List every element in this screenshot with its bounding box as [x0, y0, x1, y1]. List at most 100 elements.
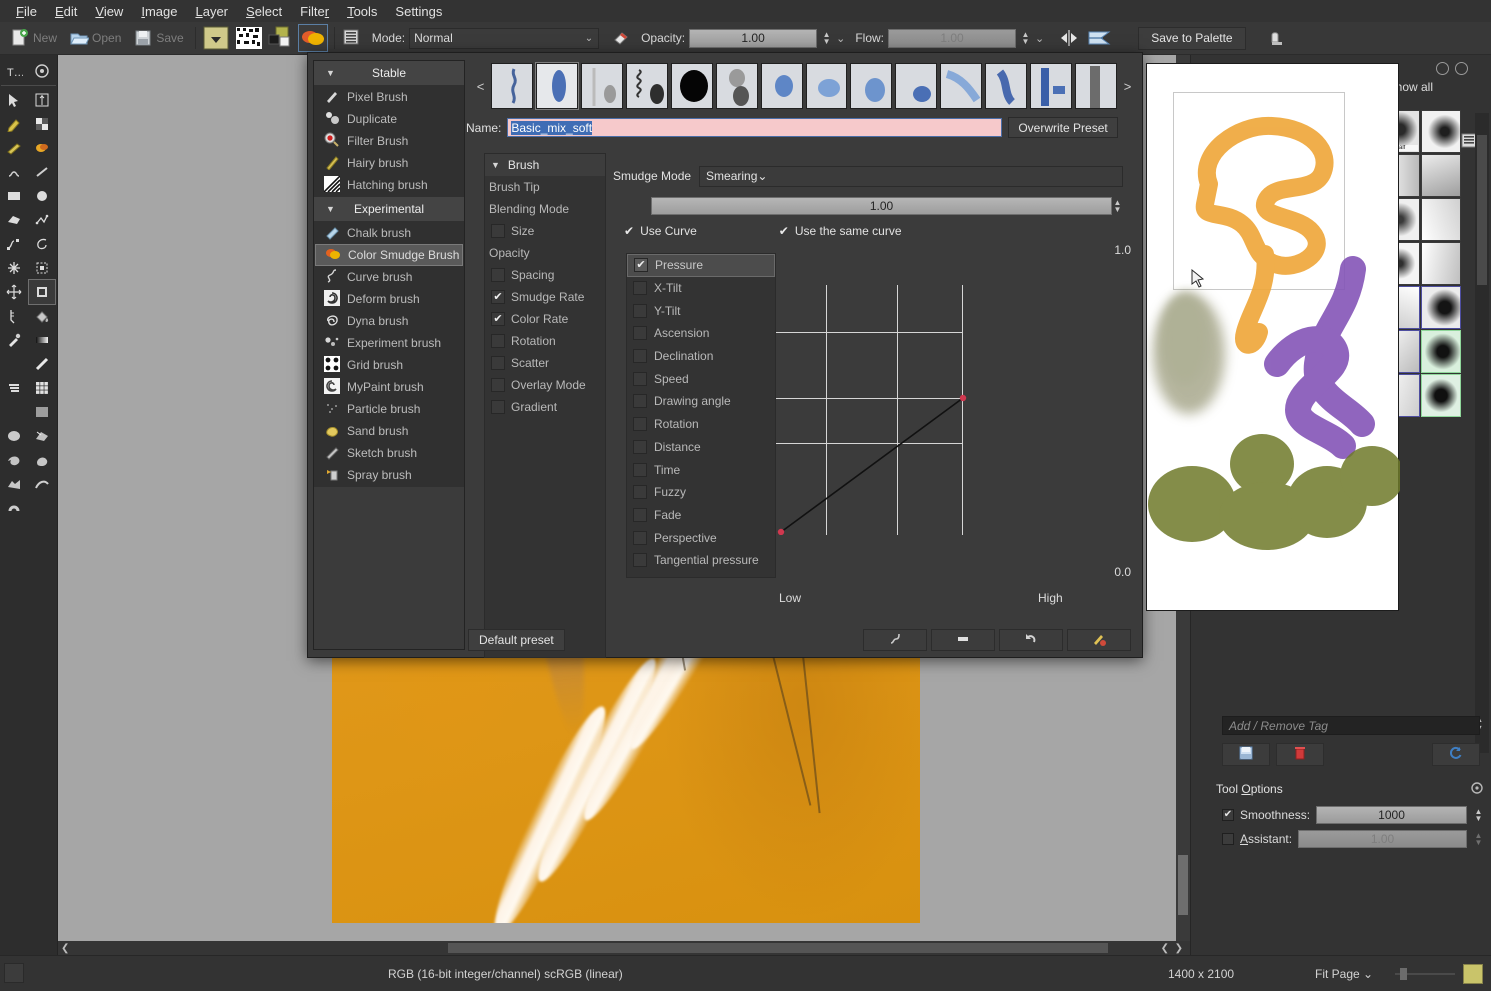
tool-straight-line[interactable]: [29, 352, 55, 376]
engine-chalk-brush[interactable]: Chalk brush: [314, 222, 464, 244]
sensor-rotation-checkbox[interactable]: [633, 417, 647, 432]
engine-duplicate[interactable]: Duplicate: [314, 108, 464, 130]
overwrite-preset-button[interactable]: Overwrite Preset: [1008, 117, 1118, 138]
sensor-rotation[interactable]: Rotation: [627, 413, 775, 436]
canvas-horizontal-scrollbar[interactable]: ❮ ❮ ❯: [58, 941, 1190, 955]
tool-color-sampler[interactable]: [1, 328, 27, 352]
tool-rect-select[interactable]: [29, 400, 55, 424]
option-blending-mode[interactable]: Blending Mode: [485, 198, 605, 220]
new-button[interactable]: New: [6, 27, 61, 49]
tool-calligraphy[interactable]: [1, 136, 27, 160]
zoom-slider[interactable]: [1395, 968, 1455, 980]
sensor-pressure[interactable]: Pressure: [627, 254, 775, 277]
foreground-background-color-icon[interactable]: [267, 25, 295, 51]
color-history-icon[interactable]: [1268, 28, 1288, 48]
tool-gradient-edit[interactable]: [29, 59, 55, 83]
tool-measure[interactable]: [1, 304, 27, 328]
curve-plot-area[interactable]: [776, 285, 1036, 535]
engine-dyna-brush[interactable]: Dyna brush: [314, 310, 464, 332]
option-rotation-checkbox[interactable]: [491, 334, 505, 348]
brush-preset-active-icon[interactable]: [297, 24, 328, 52]
opacity-slider[interactable]: 1.00: [689, 28, 818, 48]
strip-thumb-12[interactable]: [985, 63, 1028, 109]
engine-sand-brush[interactable]: Sand brush: [314, 420, 464, 442]
tool-bezier-select[interactable]: [29, 472, 55, 496]
brush-tip-preview-icon[interactable]: [235, 25, 263, 51]
hscroll-left-arrow[interactable]: ❮: [58, 943, 72, 954]
dock-close-icon[interactable]: [1455, 62, 1468, 75]
sensor-speed-checkbox[interactable]: [633, 371, 647, 386]
menu-filter[interactable]: Filter: [292, 2, 337, 21]
tool-colorize-mask[interactable]: [29, 136, 55, 160]
tool-elliptical-select[interactable]: [1, 424, 27, 448]
flow-spinner[interactable]: ▲ ▼: [1020, 31, 1031, 46]
tool-edit-shapes[interactable]: [1, 112, 27, 136]
tag-input[interactable]: Add / Remove Tag: [1222, 716, 1480, 735]
engine-spray-brush[interactable]: Spray brush: [314, 464, 464, 486]
use-same-curve-checkbox[interactable]: ✔ Use the same curve: [779, 224, 902, 238]
preset-item[interactable]: [1421, 242, 1461, 285]
sensor-fade[interactable]: Fade: [627, 504, 775, 527]
assistant-slider[interactable]: 1.00: [1298, 830, 1467, 848]
sensor-declination[interactable]: Declination: [627, 345, 775, 368]
sensor-speed[interactable]: Speed: [627, 367, 775, 390]
tool-move[interactable]: [1, 280, 27, 304]
tool-rectangle[interactable]: [1, 184, 27, 208]
sensor-y-tilt-checkbox[interactable]: [633, 303, 647, 318]
tool-polygon[interactable]: [1, 208, 27, 232]
refresh-presets-button[interactable]: [1432, 743, 1480, 766]
hscroll-right-arrow2[interactable]: ❯: [1172, 943, 1186, 954]
engine-group-stable-header[interactable]: ▼ Stable: [314, 61, 464, 85]
menu-tools[interactable]: Tools: [339, 2, 385, 21]
sensor-ascension-checkbox[interactable]: [633, 326, 647, 341]
preset-item[interactable]: [1421, 286, 1461, 329]
save-button[interactable]: Save: [129, 27, 187, 49]
sensor-drawing-angle[interactable]: Drawing angle: [627, 390, 775, 413]
strip-thumb-6[interactable]: [715, 63, 758, 109]
tool-text[interactable]: T…: [1, 59, 27, 83]
sensor-x-tilt-checkbox[interactable]: [633, 281, 647, 296]
sensor-y-tilt[interactable]: Y-Tilt: [627, 299, 775, 322]
default-preset-button[interactable]: Default preset: [468, 629, 565, 651]
engine-group-experimental-header[interactable]: ▼ Experimental: [314, 197, 464, 221]
menu-layer[interactable]: Layer: [187, 2, 236, 21]
option-scatter[interactable]: Scatter: [485, 352, 605, 374]
sensor-fuzzy-checkbox[interactable]: [633, 485, 647, 500]
hscroll-right-arrow[interactable]: ❮: [1158, 943, 1172, 954]
sensor-perspective[interactable]: Perspective: [627, 526, 775, 549]
sensor-distance[interactable]: Distance: [627, 436, 775, 459]
sensor-declination-checkbox[interactable]: [633, 349, 647, 364]
option-color-rate[interactable]: Color Rate: [485, 308, 605, 330]
option-rotation[interactable]: Rotation: [485, 330, 605, 352]
preset-grid-scrollbar[interactable]: [1475, 113, 1489, 753]
option-gradient[interactable]: Gradient: [485, 396, 605, 418]
sensor-perspective-checkbox[interactable]: [633, 530, 647, 545]
gear-icon[interactable]: [1470, 781, 1484, 798]
engine-curve-brush[interactable]: Curve brush: [314, 266, 464, 288]
strip-thumb-1[interactable]: [491, 63, 534, 109]
option-overlay-mode[interactable]: Overlay Mode: [485, 374, 605, 396]
tool-fill[interactable]: [29, 304, 55, 328]
canvas-vscroll-thumb[interactable]: [1178, 855, 1188, 915]
preset-name-input[interactable]: Basic_mix_soft: [507, 118, 1003, 137]
tool-transform-mask[interactable]: [29, 88, 55, 112]
strip-thumb-5[interactable]: [670, 63, 713, 109]
smudge-rate-spinner[interactable]: ▲ ▼: [1112, 199, 1123, 214]
strip-thumb-10[interactable]: [895, 63, 938, 109]
engine-mypaint-brush[interactable]: MyPaint brush: [314, 376, 464, 398]
use-curve-checkbox[interactable]: ✔ Use Curve: [624, 224, 697, 238]
menu-file[interactable]: File: [8, 2, 45, 21]
sensor-drawing-angle-checkbox[interactable]: [633, 394, 647, 409]
smudge-rate-slider[interactable]: 1.00: [651, 197, 1112, 215]
tool-gradient[interactable]: [29, 328, 55, 352]
option-smudge-rate-checkbox[interactable]: [491, 290, 505, 304]
sensor-fuzzy[interactable]: Fuzzy: [627, 481, 775, 504]
tool-pattern-fill[interactable]: [29, 112, 55, 136]
preset-grid-scroll-thumb[interactable]: [1477, 135, 1487, 285]
tool-freehand-select[interactable]: [1, 448, 27, 472]
tool-gradient-map[interactable]: [1, 376, 27, 400]
preset-strip-prev[interactable]: <: [473, 79, 488, 94]
tool-freehand-selection[interactable]: [29, 232, 55, 256]
sensor-time[interactable]: Time: [627, 458, 775, 481]
opacity-dropdown-icon[interactable]: ⌄: [836, 32, 845, 45]
